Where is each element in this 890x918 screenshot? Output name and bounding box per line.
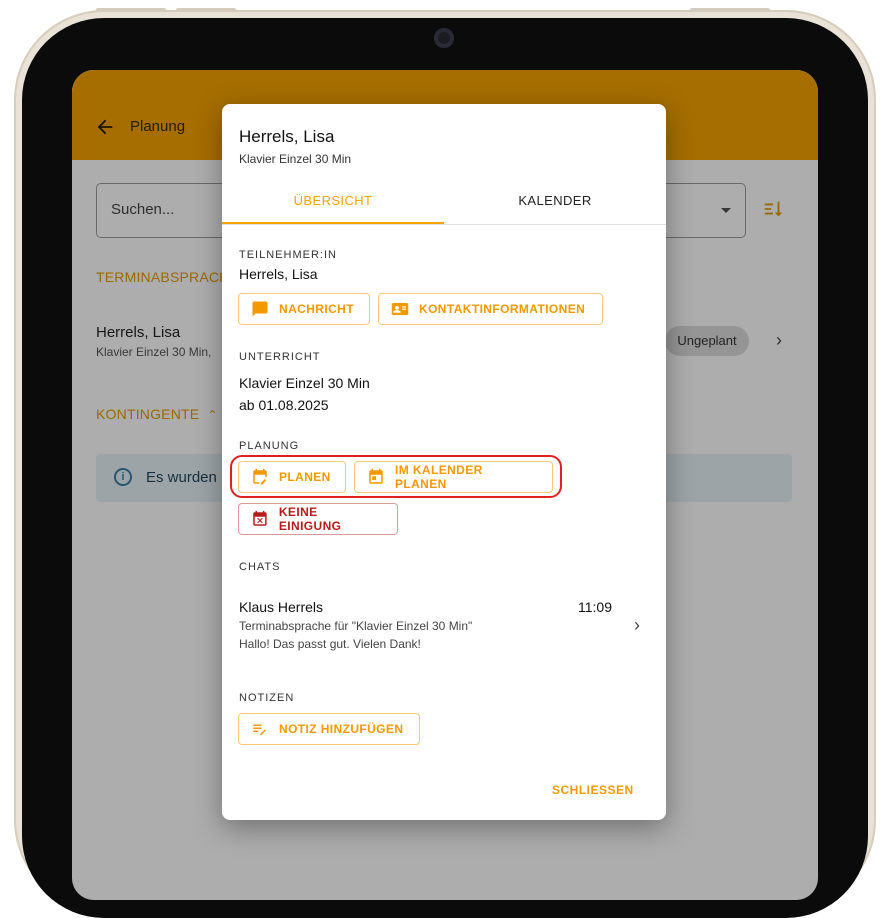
course-name: Klavier Einzel 30 Min [239, 375, 370, 391]
lesson-dialog: Herrels, Lisa Klavier Einzel 30 Min ÜBER… [222, 104, 666, 820]
power-button [690, 8, 770, 12]
tab-kalender[interactable]: KALENDER [444, 193, 666, 208]
dialog-title: Herrels, Lisa [239, 127, 335, 146]
plan-button-label: PLANEN [279, 470, 331, 484]
notizen-label: NOTIZEN [239, 692, 295, 704]
teilnehmer-label: TEILNEHMER:IN [239, 249, 337, 261]
chats-label: CHATS [239, 561, 281, 573]
tab-uebersicht[interactable]: ÜBERSICHT [222, 193, 444, 208]
contact-info-button-label: KONTAKTINFORMATIONEN [419, 302, 586, 316]
calendar-icon [369, 468, 383, 484]
tab-divider [222, 224, 666, 225]
course-start-date: ab 01.08.2025 [239, 397, 329, 413]
add-note-button[interactable]: NOTIZ HINZUFÜGEN [238, 713, 420, 745]
contact-info-button[interactable]: KONTAKTINFORMATIONEN [378, 293, 603, 325]
chevron-right-icon[interactable]: › [634, 615, 640, 636]
message-button[interactable]: NACHRICHT [238, 293, 370, 325]
dialog-subtitle: Klavier Einzel 30 Min [239, 152, 352, 166]
participant-name: Herrels, Lisa [239, 266, 318, 282]
note-edit-icon [253, 724, 266, 736]
calendar-edit-icon [253, 468, 267, 485]
contact-card-icon [391, 303, 409, 315]
chat-subject: Terminabsprache für "Klavier Einzel 30 M… [239, 619, 473, 633]
chat-bubble-icon [252, 301, 268, 317]
volume-button [96, 8, 166, 12]
no-agreement-button[interactable]: KEINE EINIGUNG [238, 503, 398, 535]
planung-label: PLANUNG [239, 440, 300, 452]
message-button-label: NACHRICHT [279, 302, 354, 316]
add-note-button-label: NOTIZ HINZUFÜGEN [279, 722, 404, 736]
chat-time: 11:09 [578, 599, 612, 615]
calendar-cancel-icon [253, 510, 267, 526]
no-agreement-button-label: KEINE EINIGUNG [278, 505, 342, 533]
chat-preview: Hallo! Das passt gut. Vielen Dank! [239, 637, 421, 651]
chat-sender: Klaus Herrels [239, 599, 324, 615]
volume-button [176, 8, 236, 12]
camera [434, 28, 454, 48]
plan-button[interactable]: PLANEN [238, 461, 346, 493]
calendar-plan-button[interactable]: IM KALENDER PLANEN [354, 461, 553, 493]
close-button[interactable]: SCHLIESSEN [552, 783, 634, 797]
calendar-plan-button-label: IM KALENDER PLANEN [394, 463, 483, 491]
unterricht-label: UNTERRICHT [239, 351, 321, 363]
